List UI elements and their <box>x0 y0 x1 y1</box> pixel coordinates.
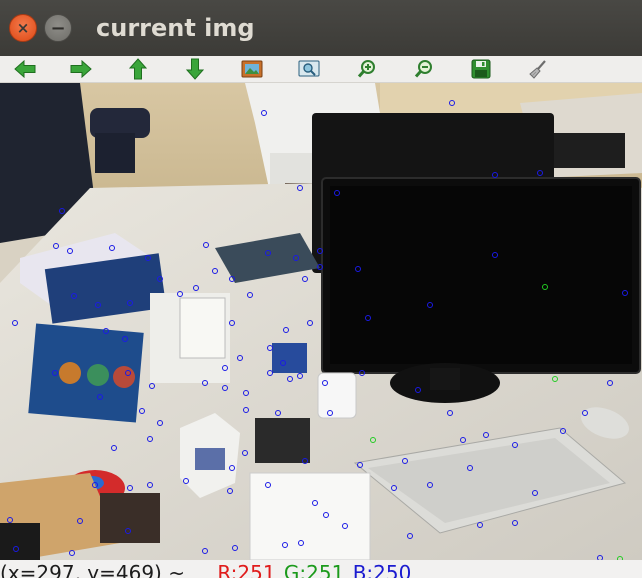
minimize-icon: − <box>50 17 66 39</box>
pan-down-button[interactable] <box>183 57 207 81</box>
save-icon <box>471 59 491 79</box>
brush-icon <box>529 60 546 79</box>
save-button[interactable] <box>469 57 493 81</box>
arrow-right-icon <box>70 60 92 78</box>
image-viewer-window: × − current img (x=297, y=469) ~ R:251 G… <box>0 0 642 578</box>
pixel-blue-value: B:250 <box>352 561 412 578</box>
toolbar <box>0 56 642 83</box>
close-icon: × <box>16 19 30 37</box>
pan-left-button[interactable] <box>13 57 37 81</box>
arrow-down-icon <box>186 58 204 80</box>
pan-right-button[interactable] <box>69 57 93 81</box>
arrow-up-icon <box>129 58 147 80</box>
zoom-image-icon <box>298 60 320 77</box>
zoom-in-button[interactable] <box>355 57 379 81</box>
image-canvas[interactable] <box>0 83 642 560</box>
minimize-button[interactable]: − <box>44 14 72 42</box>
window-title: current img <box>96 14 255 42</box>
zoom-original-button[interactable] <box>297 57 321 81</box>
zoom-out-button[interactable] <box>412 57 436 81</box>
zoom-out-icon <box>414 60 432 78</box>
properties-button[interactable] <box>526 57 550 81</box>
cursor-coordinates: (x=297, y=469) ~ <box>0 561 185 578</box>
camera-image <box>0 83 642 560</box>
image-icon <box>241 60 263 78</box>
zoom-fit-button[interactable] <box>240 57 264 81</box>
title-bar[interactable]: × − current img <box>0 0 642 56</box>
close-button[interactable]: × <box>9 14 37 42</box>
pixel-red-value: R:251 <box>217 561 276 578</box>
pan-up-button[interactable] <box>126 57 150 81</box>
zoom-in-icon <box>357 60 375 78</box>
status-bar: (x=297, y=469) ~ R:251 G:251 B:250 <box>0 560 642 578</box>
arrow-left-icon <box>14 60 36 78</box>
pixel-green-value: G:251 <box>283 561 345 578</box>
